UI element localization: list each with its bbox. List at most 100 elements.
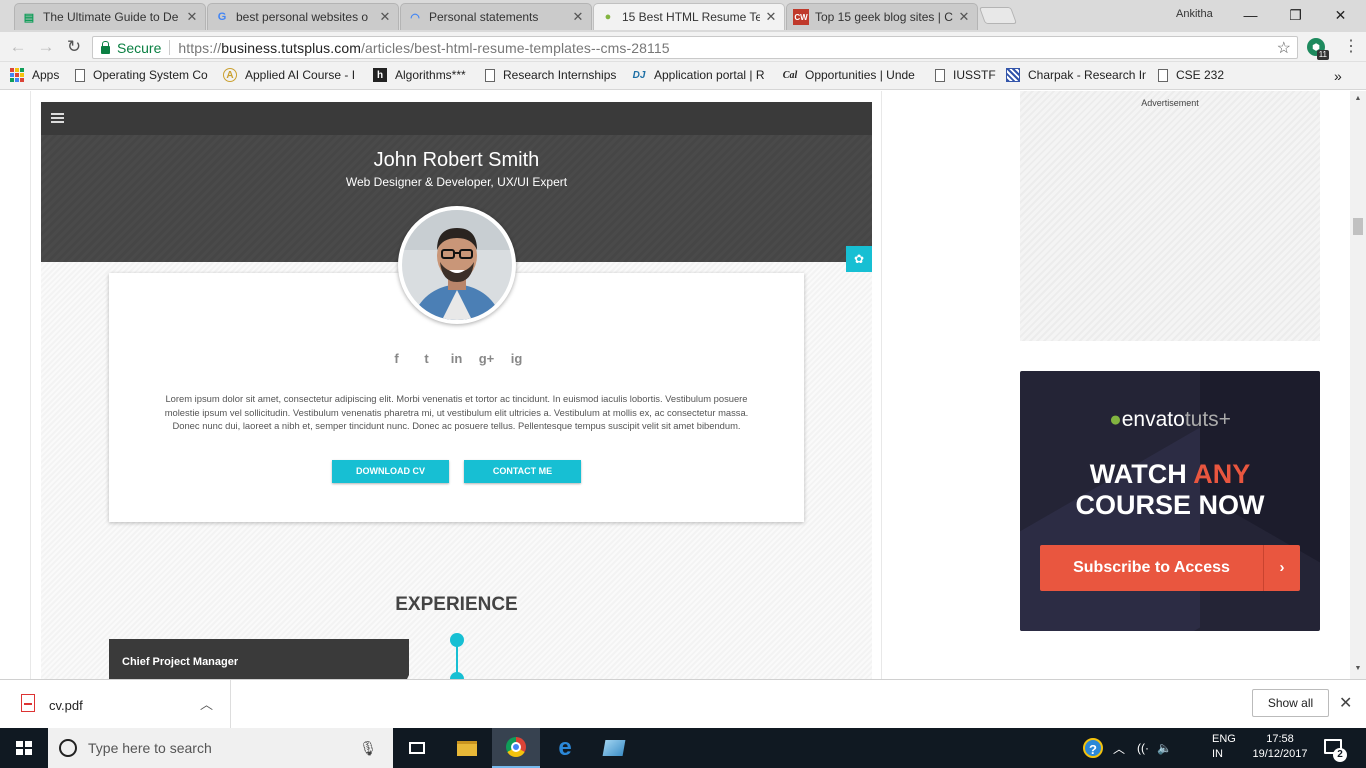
- palette-icon[interactable]: ✿: [846, 246, 872, 272]
- bookmark-charpak[interactable]: Charpak - Research In: [1006, 68, 1146, 82]
- windows-logo-icon: [16, 741, 32, 755]
- app-taskbar-button[interactable]: [590, 728, 638, 768]
- bookmark-iusstf[interactable]: IUSSTF: [933, 68, 1003, 82]
- app-icon: [602, 740, 626, 756]
- bookmark-algorithms[interactable]: h Algorithms***: [373, 68, 473, 82]
- chrome-menu-icon[interactable]: ⋮: [1343, 38, 1359, 56]
- volume-icon[interactable]: 🔈: [1157, 741, 1172, 755]
- tab-ultimate-guide[interactable]: ▤ The Ultimate Guide to De ✕: [14, 3, 206, 30]
- file-explorer-button[interactable]: [443, 728, 491, 768]
- start-button[interactable]: [0, 728, 48, 768]
- scroll-down-icon[interactable]: ▼: [1353, 665, 1363, 672]
- loading-spinner-icon: ◠: [410, 11, 420, 24]
- folder-icon: [457, 740, 477, 756]
- resume-role: Web Designer & Developer, UX/UI Expert: [345, 175, 568, 189]
- close-tab-icon[interactable]: ✕: [185, 9, 199, 25]
- tab-geek-blog-sites[interactable]: CW Top 15 geek blog sites | C ✕: [786, 3, 978, 30]
- chrome-taskbar-button[interactable]: [492, 728, 540, 768]
- bookmark-operating-system[interactable]: Operating System Co: [73, 68, 211, 82]
- tab-html-resume-templates[interactable]: ● 15 Best HTML Resume Te ✕: [593, 3, 785, 30]
- url-text[interactable]: https://business.tutsplus.com/articles/b…: [170, 40, 669, 56]
- advertisement-label: Advertisement: [1141, 98, 1199, 108]
- bookmark-research-internships[interactable]: Research Internships: [483, 68, 619, 82]
- bookmark-opportunities[interactable]: Cal Opportunities | Unde: [783, 68, 921, 82]
- download-cv-button[interactable]: DOWNLOAD CV: [332, 460, 449, 483]
- article-column: John Robert Smith Web Designer & Develop…: [30, 91, 882, 679]
- tab-best-personal-websites[interactable]: G best personal websites o ✕: [207, 3, 399, 30]
- envato-tuts-ad[interactable]: ●envatotuts+ WATCH ANY COURSE NOW Subscri…: [1020, 371, 1320, 631]
- bookmarks-overflow-icon[interactable]: »: [1334, 68, 1342, 84]
- task-view-icon: [409, 742, 425, 754]
- forward-icon[interactable]: →: [36, 37, 56, 57]
- tray-expand-icon[interactable]: ︿: [1113, 740, 1125, 757]
- envato-leaf-icon: ●: [1109, 408, 1122, 431]
- reload-icon[interactable]: ↻: [64, 37, 84, 57]
- extension-icon[interactable]: ⬢ 11: [1307, 38, 1329, 60]
- edge-taskbar-button[interactable]: e: [541, 728, 589, 768]
- close-tab-icon[interactable]: ✕: [764, 9, 778, 25]
- page-scrollbar[interactable]: ▲ ▼: [1350, 91, 1366, 679]
- contact-me-button[interactable]: CONTACT ME: [464, 460, 581, 483]
- scroll-up-icon[interactable]: ▲: [1353, 95, 1363, 102]
- page-icon: [485, 68, 495, 82]
- h-icon: h: [373, 68, 387, 82]
- windows-taskbar: Type here to search 🎙 e ? ︿ ((· 🔈 ENG IN …: [0, 728, 1366, 768]
- notification-count: 2: [1333, 748, 1347, 762]
- cortana-icon: [59, 739, 77, 757]
- facebook-icon[interactable]: f: [389, 351, 405, 366]
- page-icon: [1158, 68, 1168, 82]
- new-tab-button[interactable]: [978, 7, 1018, 24]
- hamburger-menu-icon[interactable]: [51, 113, 64, 125]
- page-icon: [935, 68, 945, 82]
- advertisement-slot[interactable]: Advertisement: [1020, 91, 1320, 341]
- tab-personal-statements[interactable]: ◠ Personal statements ✕: [400, 3, 592, 30]
- chevron-right-icon: ›: [1263, 545, 1300, 591]
- address-bar[interactable]: Secure https://business.tutsplus.com/art…: [92, 36, 1298, 59]
- restore-icon[interactable]: ❐: [1273, 4, 1318, 26]
- close-tab-icon[interactable]: ✕: [378, 9, 392, 25]
- system-tray: ? ︿ ((· 🔈: [1083, 728, 1172, 768]
- dj-icon: DJ: [632, 69, 646, 81]
- close-tab-icon[interactable]: ✕: [957, 9, 971, 25]
- download-item[interactable]: cv.pdf ︿: [0, 680, 231, 728]
- bookmark-cse-232[interactable]: CSE 232: [1156, 68, 1226, 82]
- task-view-button[interactable]: [393, 728, 441, 768]
- clock[interactable]: 17:58 19/12/2017: [1250, 732, 1310, 762]
- bookmark-application-portal[interactable]: DJ Application portal | R: [632, 68, 772, 82]
- cw-icon: CW: [793, 9, 809, 25]
- bookmarks-bar: Apps Operating System Co A Applied AI Co…: [0, 62, 1366, 90]
- close-window-icon[interactable]: ✕: [1318, 4, 1363, 26]
- google-plus-icon[interactable]: g+: [479, 351, 495, 366]
- network-icon[interactable]: ((·: [1137, 741, 1149, 755]
- sidebar: Advertisement ●envatotuts+ WATCH ANY COUR…: [882, 91, 1350, 679]
- download-filename: cv.pdf: [49, 698, 83, 713]
- resume-template-preview: John Robert Smith Web Designer & Develop…: [41, 102, 872, 679]
- bookmark-star-icon[interactable]: ☆: [1277, 38, 1291, 58]
- cal-icon: Cal: [783, 69, 798, 81]
- google-icon: G: [217, 11, 227, 23]
- page-content: John Robert Smith Web Designer & Develop…: [0, 91, 1350, 679]
- help-icon[interactable]: ?: [1083, 738, 1103, 758]
- edge-icon: e: [558, 734, 572, 761]
- taskbar-search[interactable]: Type here to search 🎙: [48, 728, 393, 768]
- instagram-icon[interactable]: ig: [509, 351, 525, 366]
- security-indicator[interactable]: Secure: [93, 40, 171, 56]
- close-tab-icon[interactable]: ✕: [571, 9, 585, 25]
- resume-name: John Robert Smith: [373, 149, 540, 171]
- bookmark-applied-ai[interactable]: A Applied AI Course - I: [223, 68, 361, 82]
- linkedin-icon[interactable]: in: [449, 351, 465, 366]
- back-icon[interactable]: ←: [8, 37, 28, 57]
- bookmark-apps[interactable]: Apps: [10, 68, 59, 82]
- minimize-icon[interactable]: —: [1228, 4, 1273, 26]
- scrollbar-thumb[interactable]: [1353, 218, 1363, 235]
- microphone-icon[interactable]: 🎙: [359, 740, 377, 757]
- language-indicator[interactable]: ENG IN: [1212, 732, 1236, 762]
- twitter-icon[interactable]: t: [419, 351, 435, 366]
- subscribe-button[interactable]: Subscribe to Access ›: [1040, 545, 1300, 591]
- chevron-up-icon[interactable]: ︿: [200, 694, 213, 713]
- envato-leaf-icon: ●: [604, 11, 612, 23]
- show-all-button[interactable]: Show all: [1252, 689, 1329, 717]
- profile-name[interactable]: Ankitha: [1176, 8, 1213, 20]
- envato-tuts-logo: ●envatotuts+: [1109, 408, 1231, 431]
- close-downloads-icon[interactable]: ✕: [1339, 693, 1352, 713]
